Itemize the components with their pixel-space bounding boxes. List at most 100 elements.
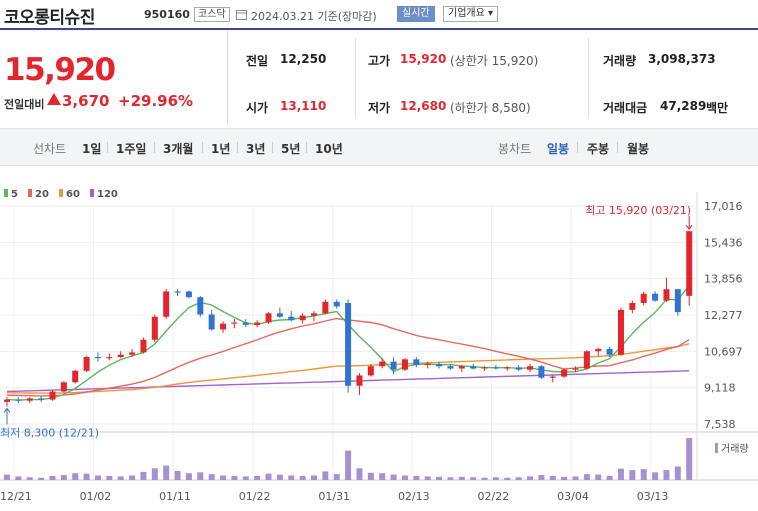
candle-body: [49, 391, 56, 400]
volume-bar: [4, 474, 10, 480]
as-of-date: 2024.03.21 기준(장마감): [251, 10, 377, 23]
volume-legend-swatch: [715, 443, 718, 453]
volume-bar: [310, 475, 317, 480]
max-annotation: 최고 15,920 (03/21): [585, 204, 691, 217]
candle-body: [572, 368, 579, 370]
volume-bar: [629, 470, 636, 480]
up-arrow-icon: [47, 93, 61, 105]
prev-close-label: 전일: [246, 54, 269, 68]
candle-monthly[interactable]: 월봉: [627, 140, 649, 157]
upper-limit-note: (상한가 15,920): [450, 54, 539, 68]
separator: [154, 142, 155, 153]
candle-body: [254, 322, 261, 325]
candle-body: [390, 361, 397, 370]
volume-bar: [481, 477, 488, 480]
y-tick-label: 15,436: [704, 236, 743, 249]
volume-value: 3,098,373: [648, 52, 716, 66]
period-1y[interactable]: 1년: [211, 140, 230, 157]
open-label: 시가: [246, 101, 269, 115]
max-arrow: [685, 216, 693, 231]
x-tick-label: 01/22: [239, 490, 271, 503]
period-1w[interactable]: 1주일: [116, 140, 146, 157]
volume-bar: [538, 475, 545, 480]
period-3m[interactable]: 3개월: [163, 140, 193, 157]
volume-bar: [60, 475, 67, 480]
legend-label: 60: [66, 189, 80, 200]
volume-bar: [561, 476, 568, 480]
period-3y[interactable]: 3년: [246, 140, 265, 157]
volume-bar: [163, 465, 170, 480]
candle-body: [288, 316, 295, 321]
candle-daily[interactable]: 일봉: [547, 140, 569, 157]
x-tick-label: 02/22: [478, 490, 510, 503]
candle-body: [15, 399, 22, 401]
y-tick-label: 13,856: [704, 273, 743, 286]
volume-bar: [356, 468, 363, 480]
volume-bar: [38, 477, 45, 480]
candle-body: [276, 313, 283, 317]
candle-body: [527, 366, 534, 370]
volume-bar: [640, 469, 647, 480]
candle-body: [94, 357, 101, 359]
x-tick-label: 02/13: [398, 490, 430, 503]
volume-bar: [49, 475, 56, 480]
volume-bar: [413, 475, 420, 480]
volume-bar: [242, 476, 249, 480]
candle-body: [583, 351, 590, 369]
market-badge: 코스닥: [194, 7, 230, 22]
volume-bar: [83, 473, 90, 480]
volume-bar: [231, 475, 238, 480]
separator: [577, 142, 578, 153]
candle-body: [26, 398, 33, 401]
low-label: 저가: [368, 101, 391, 115]
volume-bar: [254, 475, 261, 480]
candle-body: [310, 313, 317, 316]
period-bar: 선차트 1일 1주일 3개월 1년 3년 5년 10년 봉차트 일봉 주봉 월봉: [0, 128, 758, 166]
volume-bar: [345, 450, 352, 480]
period-1d[interactable]: 1일: [82, 140, 101, 157]
volume-bar: [140, 471, 147, 480]
candle-body: [640, 293, 647, 303]
volume-bar: [390, 474, 397, 480]
candle-body: [106, 357, 113, 359]
x-tick-label: 12/21: [0, 490, 32, 503]
volume-bar: [674, 466, 681, 480]
volume-bar: [94, 475, 101, 480]
prev-close-value: 12,250: [280, 52, 327, 66]
candle-body: [60, 382, 67, 392]
volume-bar: [208, 474, 215, 480]
volume-bar: [129, 475, 136, 480]
candle-body: [242, 322, 249, 325]
volume-bar: [492, 477, 499, 480]
candle-chart-label: 봉차트: [498, 142, 532, 156]
current-price: 15,920: [4, 52, 116, 88]
volume-bar: [299, 475, 306, 480]
legend-label: 120: [97, 189, 118, 200]
company-overview-dropdown[interactable]: 기업개요 ▾: [443, 6, 498, 22]
legend-swatch: [28, 189, 32, 197]
legend-swatch: [4, 189, 8, 197]
x-tick-label: 01/02: [80, 490, 112, 503]
candle-body: [470, 366, 477, 369]
period-5y[interactable]: 5년: [281, 140, 300, 157]
high-value: 15,920: [400, 52, 447, 66]
stats-divider: [355, 38, 356, 118]
volume-bar: [174, 470, 181, 480]
legend-swatch: [59, 189, 63, 197]
min-annotation: 최저 8,300 (12/21): [0, 426, 99, 439]
volume-bar: [606, 475, 613, 480]
low-value: 12,680: [400, 99, 447, 113]
volume-bar: [515, 477, 522, 480]
period-10y[interactable]: 10년: [315, 140, 343, 157]
candle-body: [595, 348, 602, 352]
volume-bar: [436, 476, 443, 480]
realtime-button[interactable]: 실시간: [397, 6, 435, 22]
x-tick-label: 01/11: [159, 490, 191, 503]
candle-weekly[interactable]: 주봉: [587, 140, 609, 157]
volume-bar: [117, 476, 124, 480]
line-chart-label: 선차트: [33, 142, 67, 156]
volume-bar: [265, 473, 272, 480]
volume-label: 거래량: [603, 54, 637, 68]
volume-bar: [595, 474, 602, 480]
separator: [202, 142, 203, 153]
